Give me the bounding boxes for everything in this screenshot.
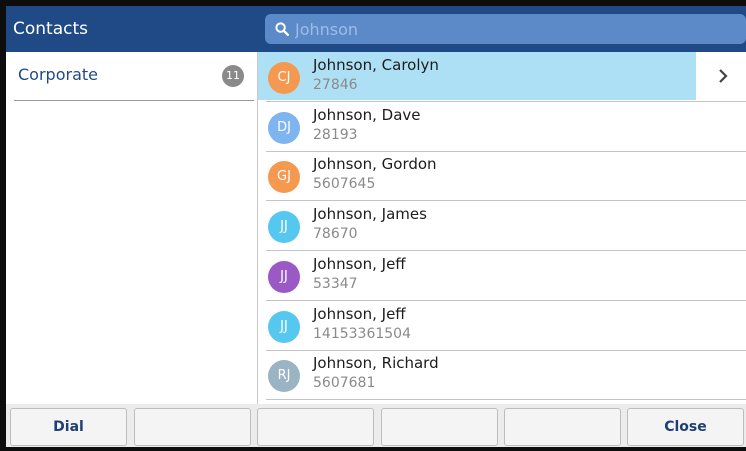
contact-row[interactable]: CJ Johnson, Carolyn 27846 [258,52,746,102]
screen-bezel-bottom [0,447,746,451]
close-button[interactable]: Close [627,408,744,446]
contact-row[interactable]: JJ Johnson, Jeff 53347 [258,251,746,301]
avatar: RJ [268,360,300,392]
contact-number: 5607645 [313,176,376,192]
contact-row[interactable]: JJ Johnson, James 78670 [258,201,746,251]
search-input[interactable] [295,18,735,40]
avatar: JJ [268,261,300,293]
header-bar: Contacts [6,6,746,52]
contact-row[interactable]: DJ Johnson, Dave 28193 [258,102,746,152]
avatar: JJ [268,211,300,243]
contact-row[interactable]: JJ Johnson, Jeff 14153361504 [258,301,746,351]
contact-list: CJ Johnson, Carolyn 27846 DJ Johnson, Dave 28… [258,52,746,404]
contact-name: Johnson, Carolyn [313,56,439,74]
softkey-bar: Dial Close [6,404,746,447]
contact-name: Johnson, Richard [313,354,439,372]
contact-name: Johnson, Jeff [313,255,406,273]
search-box[interactable] [265,14,746,44]
contact-name: Johnson, Gordon [313,155,437,173]
page-title: Contacts [13,19,88,39]
search-icon [275,22,289,36]
phone-screen: Contacts Corporate 11 CJ Johnson, Carolyn… [0,0,746,451]
avatar: JJ [268,311,300,343]
avatar: DJ [268,112,300,144]
contact-row[interactable]: RJ Johnson, Richard 5607681 [258,350,746,400]
contact-name: Johnson, Dave [313,106,421,124]
contact-name: Johnson, Jeff [313,305,406,323]
contact-name: Johnson, James [313,205,427,223]
contact-number: 14153361504 [313,326,411,342]
sidebar-item-label: Corporate [18,65,98,84]
divider [266,399,746,400]
contact-number: 27846 [313,77,358,93]
contact-row[interactable]: GJ Johnson, Gordon 5607645 [258,151,746,201]
contact-number: 53347 [313,276,358,292]
count-badge: 11 [222,65,244,87]
sidebar-item-corporate[interactable]: Corporate 11 [6,52,257,100]
dial-button[interactable]: Dial [10,408,127,446]
softkey-5-button[interactable] [504,408,621,446]
softkey-4-button[interactable] [381,408,498,446]
avatar: CJ [268,62,300,94]
group-sidebar: Corporate 11 [6,52,258,404]
contact-number: 5607681 [313,375,376,391]
softkey-3-button[interactable] [257,408,374,446]
divider [14,100,254,101]
contact-number: 28193 [313,127,358,143]
avatar: GJ [268,161,300,193]
contact-number: 78670 [313,226,358,242]
softkey-2-button[interactable] [134,408,251,446]
chevron-right-icon[interactable] [716,68,730,84]
